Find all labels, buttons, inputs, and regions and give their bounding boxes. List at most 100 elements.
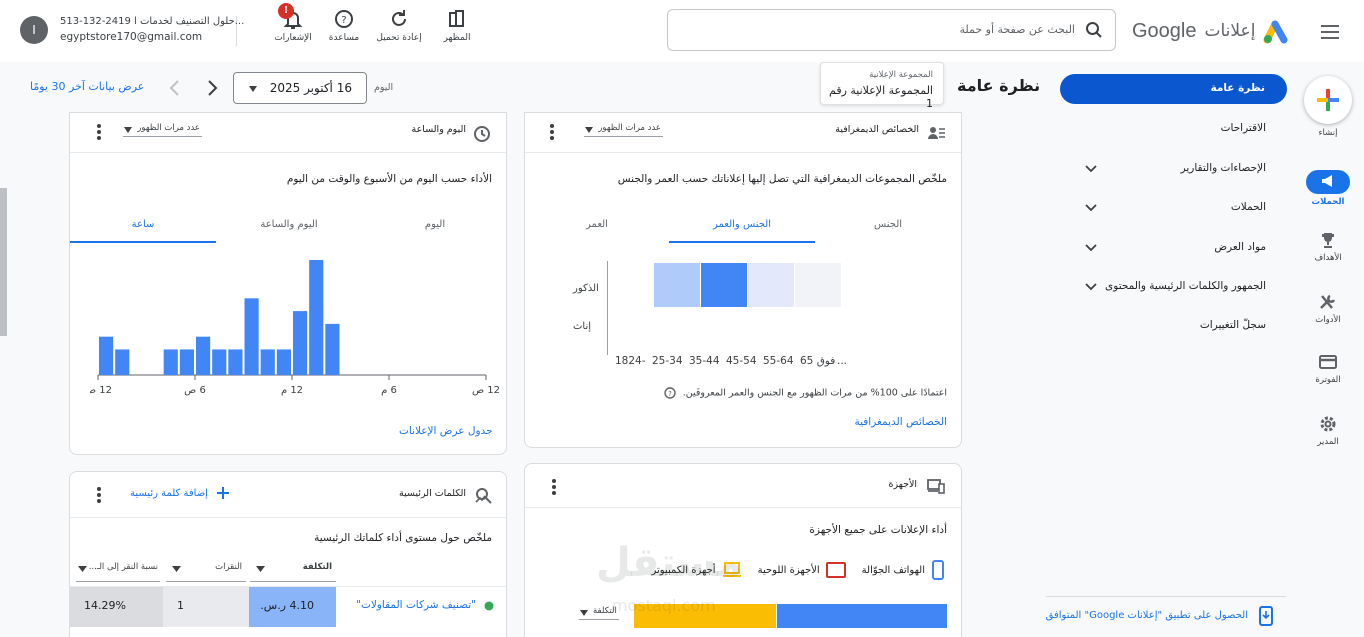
hour-bar[interactable]	[179, 349, 194, 375]
hour-bar[interactable]	[244, 298, 259, 375]
heatmap-cell[interactable]	[795, 263, 841, 307]
card-title: الخصائص الديمغرافية	[835, 124, 919, 135]
row-label-female: إناث	[573, 321, 592, 332]
plus-icon	[216, 487, 229, 499]
refresh-icon	[392, 10, 406, 26]
account-switcher[interactable]: I 513-132-2419 حلول التصنيف لخدمات ا... …	[20, 14, 244, 48]
rail-campaigns[interactable]: الحملات	[1298, 170, 1358, 207]
nav-item-campaigns[interactable]: الحملات	[1080, 197, 1270, 221]
caret-down-icon	[585, 127, 594, 133]
last-30-days-link[interactable]: عرض بيانات آخر 30 يومًا	[30, 80, 144, 93]
hour-bar[interactable]	[293, 311, 308, 375]
add-keyword-label: إضافة كلمة رئيسية	[130, 487, 208, 499]
nav-item-insights-reports[interactable]: الإحصاءات والتقارير	[1080, 158, 1270, 182]
demographics-card: الخصائص الديمغرافية عدد مرات الظهور ملخّ…	[524, 112, 962, 448]
logo-brand: Google	[1132, 19, 1197, 42]
heatmap-cell[interactable]	[654, 263, 700, 307]
hour-bar[interactable]	[163, 349, 178, 375]
main-menu-button[interactable]	[1318, 20, 1342, 44]
nav-item-recommendations[interactable]: الاقتراحات	[1080, 118, 1270, 142]
column-header-ctr[interactable]: نسبة النقر إلى الـ...	[76, 560, 160, 582]
adgroup-selector[interactable]: المجموعة الإعلانية المجموعة الإعلانية رق…	[820, 62, 944, 110]
search-box[interactable]: البحث عن صفحة أو حملة	[667, 9, 1116, 51]
tab-day-hour[interactable]: اليوم والساعة	[216, 211, 362, 243]
nav-item-overview[interactable]: نظرة عامة	[1060, 74, 1287, 104]
wrench-icon	[1320, 294, 1336, 309]
table-row[interactable]: "تصنيف شركات المقاولات" 4.10 ر.س. 1 14.2…	[70, 586, 506, 628]
help-icon: ?	[335, 10, 353, 28]
column-header-cost[interactable]: التكلفة	[250, 560, 336, 582]
chevron-right-icon	[208, 80, 218, 96]
hour-bar[interactable]	[260, 349, 275, 375]
clock-icon	[474, 126, 490, 142]
add-keyword-button[interactable]: إضافة كلمة رئيسية	[130, 486, 230, 500]
demographics-tabs: الجنس الجنس والعمر العمر	[525, 211, 961, 243]
metric-select[interactable]: عدد مرات الظهور	[584, 123, 663, 137]
hour-bar[interactable]	[309, 260, 324, 375]
prev-period-button[interactable]	[166, 78, 184, 98]
column-header-clicks[interactable]: النقرات	[166, 560, 246, 582]
ad-schedule-link[interactable]: جدول عرض الإعلانات	[399, 425, 493, 437]
hour-bar[interactable]	[325, 323, 340, 375]
tab-age[interactable]: العمر	[525, 211, 669, 243]
search-placeholder: البحث عن صفحة أو حملة	[959, 23, 1075, 36]
age-label: 45-54	[726, 355, 757, 367]
ctr-cell: 14.29%	[70, 587, 163, 627]
hour-bar[interactable]	[99, 336, 114, 375]
ads-logo-icon	[1263, 20, 1288, 44]
help-button[interactable]: ? مساعدة	[316, 8, 372, 43]
rail-campaigns-label: الحملات	[1311, 197, 1345, 207]
date-picker[interactable]: 16 أكتوبر 2025	[233, 72, 367, 104]
demographics-note-text: اعتمادًا على 100% من مرات الظهور مع الجن…	[682, 387, 947, 399]
demographics-link[interactable]: الخصائص الديمغرافية	[854, 416, 947, 428]
more-vert-icon[interactable]	[96, 123, 102, 141]
keyword-search-icon	[475, 488, 492, 504]
rail-tools[interactable]: الأدوات	[1298, 292, 1358, 325]
next-period-button[interactable]	[203, 78, 221, 98]
watermark-url: mostaql.com	[612, 596, 716, 615]
nav-item-assets[interactable]: مواد العرض	[1080, 237, 1270, 261]
age-label: 1824-	[615, 355, 646, 367]
tab-day[interactable]: اليوم	[362, 211, 506, 243]
appearance-icon	[449, 10, 464, 27]
metric-select[interactable]: عدد مرات الظهور	[123, 123, 202, 137]
scrollbar[interactable]	[0, 188, 7, 336]
hour-bar[interactable]	[228, 349, 243, 375]
appearance-button[interactable]: المظهر	[429, 8, 485, 43]
reload-button[interactable]: إعادة تحميل	[371, 8, 427, 43]
rail-billing[interactable]: الفوترة	[1298, 352, 1358, 385]
more-vert-icon[interactable]	[96, 486, 102, 504]
row-label-male: الذكور	[573, 283, 599, 294]
get-app-link[interactable]: الحصول على تطبيق "إعلانات Google" المتوا…	[1046, 606, 1274, 630]
keyword-text[interactable]: "تصنيف شركات المقاولات"	[356, 599, 476, 611]
rail-billing-label: الفوترة	[1315, 375, 1341, 385]
devices-icon	[927, 479, 945, 494]
rail-admin[interactable]: المدير	[1298, 414, 1358, 447]
caret-down-icon	[580, 610, 588, 616]
age-label: 55-64	[763, 355, 794, 367]
tab-gender[interactable]: الجنس	[815, 211, 961, 243]
nav-item-label: الجمهور والكلمات الرئيسية والمحتوى	[1105, 280, 1266, 292]
heatmap-cell[interactable]	[701, 263, 747, 307]
google-ads-logo[interactable]: Google إعلانات	[1132, 16, 1302, 46]
tab-gender-age[interactable]: الجنس والعمر	[669, 211, 815, 243]
tab-hour[interactable]: ساعة	[70, 211, 216, 243]
clicks-cell: 1	[163, 587, 249, 627]
device-segment[interactable]	[776, 604, 947, 628]
more-vert-icon[interactable]	[551, 478, 557, 496]
nav-item-change-history[interactable]: سجلّ التغييرات	[1080, 315, 1270, 339]
gear-icon	[1320, 416, 1336, 432]
hour-bar[interactable]	[212, 349, 227, 375]
hour-bar[interactable]	[196, 336, 211, 375]
heatmap-cell[interactable]	[748, 263, 794, 307]
status-enabled-icon	[484, 601, 494, 611]
avatar[interactable]: I	[20, 16, 48, 44]
more-vert-icon[interactable]	[549, 123, 555, 141]
rail-goals[interactable]: الأهداف	[1298, 230, 1358, 263]
nav-item-audiences-keywords[interactable]: الجمهور والكلمات الرئيسية والمحتوى	[1080, 276, 1270, 300]
hour-bar[interactable]	[115, 349, 130, 375]
card-title: الأجهزة	[888, 479, 917, 490]
hour-bar[interactable]	[276, 349, 291, 375]
demographics-note: اعتمادًا على 100% من مرات الظهور مع الجن…	[663, 387, 947, 399]
create-button[interactable]	[1304, 76, 1352, 124]
